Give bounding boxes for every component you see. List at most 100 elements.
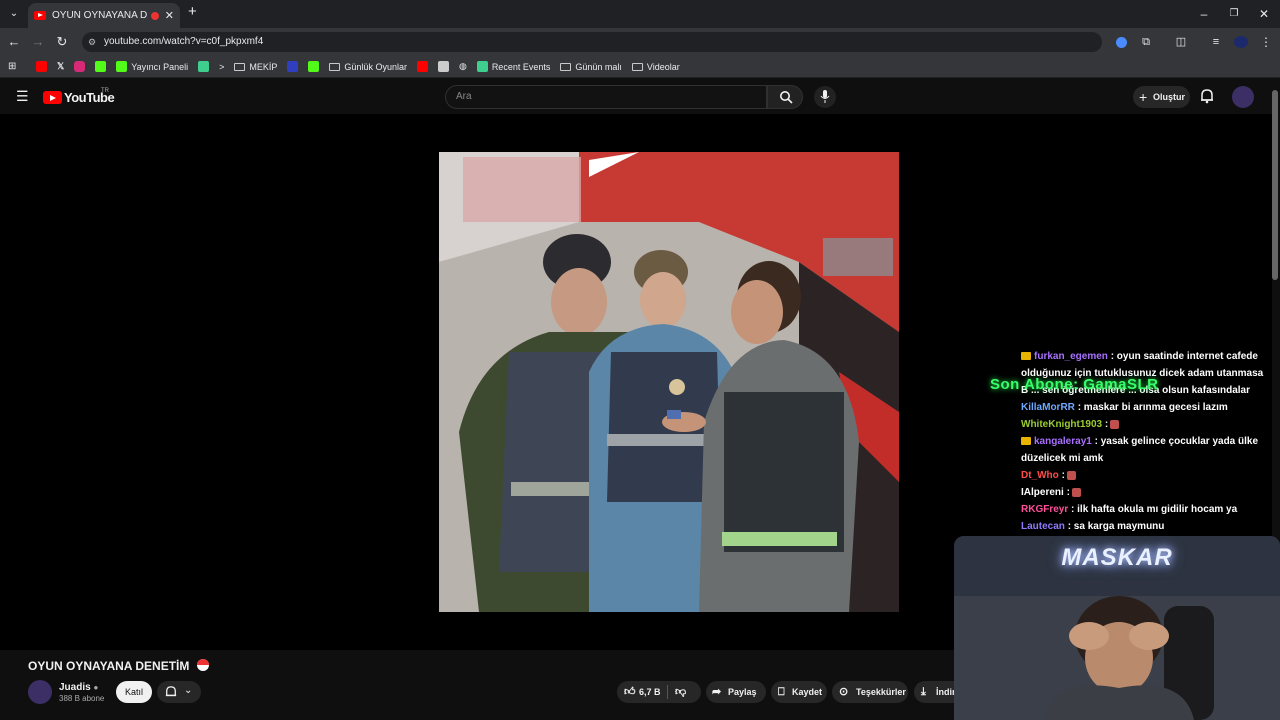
profile-avatar[interactable] [1234,36,1248,48]
page-scrollbar[interactable] [1272,90,1278,280]
bookmark-label: Günlük Oyunlar [344,61,407,72]
voice-search-button[interactable] [814,86,836,108]
plus-icon: + [1139,89,1148,105]
search-input[interactable]: Ara [445,85,767,109]
chat-text: : [1061,470,1065,481]
chat-message: RKGFreyr : ilk hafta okula mı gidilir ho… [1021,501,1279,518]
bookmark-globe[interactable]: ◍ [459,61,467,72]
bookmark-kick[interactable] [95,61,107,72]
bookmark-mekip[interactable]: MEKİP [234,62,277,72]
create-button[interactable]: + Oluştur [1133,86,1190,108]
apps-grid-icon[interactable]: ⊞ [8,61,16,72]
forward-icon[interactable]: → [28,28,48,56]
account-avatar[interactable] [1232,86,1254,108]
youtube-favicon-icon [34,11,46,20]
chat-username: RKGFreyr [1021,504,1069,515]
emote-icon [1110,419,1120,429]
latest-subscriber-alert: Son Abone: GamaSLR [990,376,1159,393]
bookmark-blue[interactable] [287,61,299,72]
chat-message: WhiteKnight1903 : [1021,416,1279,433]
channel-avatar[interactable] [28,680,52,704]
browser-tab[interactable]: OYUN OYNAYANA DENETİM ✕ [28,3,180,28]
extensions-puzzle-icon[interactable]: ⧉ [1136,28,1156,56]
video-scene [439,152,899,612]
kick-icon [308,61,320,72]
share-arrow-icon: ➦ [712,686,722,698]
bell-icon [165,685,177,702]
back-icon[interactable]: ← [4,28,24,56]
bookmark-kick-2[interactable] [308,61,320,72]
bookmark-label: Yayıncı Paneli [131,61,189,72]
subscriber-count: 388 B abone [59,694,105,703]
download-label: İndir [936,687,954,697]
subscription-bell-button[interactable]: ⌄ [157,681,201,703]
streamer-webcam: MASKAR [954,536,1280,720]
bookmark-youtube-2[interactable] [416,61,428,72]
x-logo-icon: 𝕏 [57,61,65,71]
window-close-icon[interactable]: ✕ [1249,4,1279,24]
subscriber-badge-icon [1021,437,1031,446]
thumbs-up-icon: 👍︎ [624,686,636,698]
microphone-icon [820,90,830,103]
new-tab-icon[interactable]: + [188,3,197,20]
chat-username: IAlpereni [1021,487,1064,498]
bookmark-gunluk-oyunlar[interactable]: Günlük Oyunlar [329,62,407,72]
notifications-bell-icon[interactable] [1200,88,1214,107]
chat-text: : [1104,419,1109,430]
restore-icon[interactable]: ❐ [1219,4,1249,24]
share-button[interactable]: ➦ Paylaş [706,681,766,703]
youtube-icon [36,61,47,72]
chat-message: kangaleray1 : yasak gelince çocuklar yad… [1021,433,1279,467]
chevron-down-icon: ⌄ [184,685,193,696]
minimize-icon[interactable]: – [1189,4,1219,24]
extension-icon[interactable] [1116,37,1127,48]
address-bar[interactable]: ⚙ youtube.com/watch?v=c0f_pkpxmf4 [82,32,1102,52]
chat-username: Dt_Who [1021,470,1059,481]
thanks-button[interactable]: ⊙ Teşekkürler [832,681,908,703]
menu-kebab-icon[interactable]: ⋮ [1256,28,1276,56]
bookmarks-bar: ⊞ 𝕏 Yayıncı Paneli > MEKİP Günlük Oyunla… [0,56,1280,78]
bookmark-image[interactable] [437,61,449,72]
chat-message: Dt_Who : [1021,467,1279,484]
bookmark-recent-events[interactable]: Recent Events [476,61,550,72]
chat-text: : maskar bi arınma gecesi lazım [1077,402,1228,413]
search-button[interactable] [767,85,803,109]
bookmark-youtube[interactable] [36,61,47,72]
bookmark-videolar[interactable]: Videolar [631,62,680,72]
video-frame[interactable] [439,152,899,612]
site-info-icon[interactable]: ⚙ [88,32,96,52]
download-button[interactable]: ⤓ İndir [914,681,954,703]
hamburger-menu-icon[interactable]: ☰ [16,89,29,103]
channel-name[interactable]: Juadis ● [59,682,98,693]
video-title-text: OYUN OYNAYANA DENETİM [28,659,190,673]
like-button[interactable]: 👍︎ 6,7 B [617,681,667,703]
url-text: youtube.com/watch?v=c0f_pkpxmf4 [104,36,264,47]
save-button[interactable]: ⎕ Kaydet [771,681,827,703]
bookmark-gunun-mali[interactable]: Günün malı [560,62,622,72]
thanks-label: Teşekkürler [856,687,906,697]
chat-message: KillaMorRR : maskar bi arınma gecesi laz… [1021,399,1279,416]
tab-search-icon[interactable]: ⌄ [4,0,24,28]
chat-username: Lautecan [1021,521,1065,532]
tab-close-icon[interactable]: ✕ [165,9,174,22]
kick-icon [116,61,128,72]
kick-icon [95,61,107,72]
bookmark-instagram[interactable] [74,61,86,72]
reading-list-icon[interactable]: ≡ [1206,28,1226,56]
youtube-logo-icon[interactable] [43,91,62,104]
divider [667,685,668,699]
like-count: 6,7 B [639,687,661,697]
bookmark-terminal[interactable]: > [219,62,224,72]
reload-icon[interactable]: ↻ [52,28,72,56]
side-panel-icon[interactable]: ◫ [1171,28,1191,56]
emote-icon [1066,470,1076,480]
globe-icon: ◍ [458,61,467,71]
dislike-button[interactable]: 👎︎ [675,681,686,703]
bookmark-yayinci-paneli[interactable]: Yayıncı Paneli [116,61,188,72]
chat-message: Lautecan : sa karga maymunu [1021,518,1279,535]
emote-icon [1071,487,1081,497]
join-button[interactable]: Katıl [116,681,152,703]
verified-icon: ● [93,683,99,692]
bookmark-app[interactable] [198,61,210,72]
bookmark-x[interactable]: 𝕏 [57,61,64,72]
